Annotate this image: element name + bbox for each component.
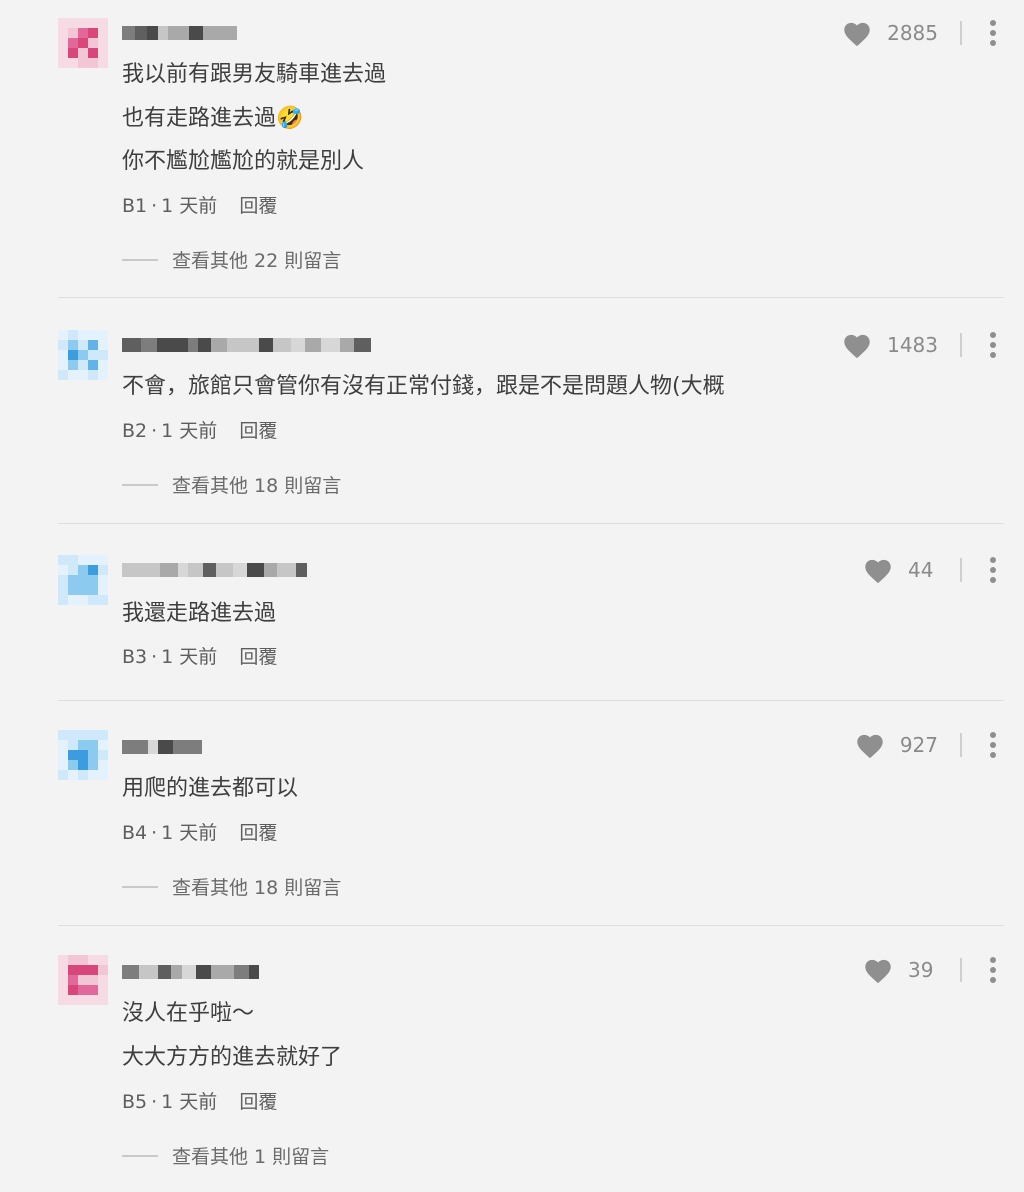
vertical-ellipsis-icon[interactable] (982, 955, 1004, 985)
like-count: 927 (899, 733, 938, 757)
reply-button[interactable]: 回覆 (239, 822, 277, 844)
comment-meta: B3 · 1 天前 回覆 (122, 645, 277, 669)
post-time: 1 天前 (161, 646, 218, 668)
replies-rule (122, 885, 158, 888)
avatar[interactable] (58, 330, 108, 380)
meta-separator: · (151, 822, 158, 844)
comment-text-line: 我還走路進去過 (122, 601, 277, 626)
reply-button[interactable]: 回覆 (239, 1091, 277, 1113)
username-blurred[interactable] (122, 559, 307, 581)
like-count: 44 (908, 558, 934, 582)
view-more-replies-label: 查看其他 18 則留言 (172, 475, 342, 497)
replies-rule (122, 258, 158, 261)
heart-icon[interactable] (854, 731, 886, 759)
like-count: 1483 (887, 333, 938, 357)
action-divider (960, 558, 962, 582)
avatar[interactable] (58, 18, 108, 68)
avatar[interactable] (58, 555, 108, 605)
vertical-ellipsis-icon[interactable] (982, 555, 1004, 585)
username-blurred[interactable] (122, 736, 202, 758)
heart-icon[interactable] (862, 956, 894, 984)
rolling-laughing-emoji: 🤣 (276, 106, 304, 131)
floor-number: B4 (122, 822, 148, 844)
vertical-ellipsis-icon[interactable] (982, 730, 1004, 760)
heart-icon[interactable] (841, 331, 873, 359)
action-divider (960, 733, 962, 757)
avatar[interactable] (58, 955, 108, 1005)
reply-button[interactable]: 回覆 (239, 646, 277, 668)
comment-actions: 1483 (841, 330, 1004, 360)
comment-meta: B4 · 1 天前 回覆 (122, 821, 277, 845)
comment-text-line: 不會，旅館只會管你有沒有正常付錢，跟是不是問題人物(大概 (122, 374, 725, 399)
username-blurred[interactable] (122, 22, 237, 44)
reply-button[interactable]: 回覆 (239, 195, 277, 217)
heart-icon[interactable] (841, 19, 873, 47)
comment-divider (58, 523, 1004, 524)
username-blurred[interactable] (122, 961, 259, 983)
post-time: 1 天前 (161, 420, 218, 442)
vertical-ellipsis-icon[interactable] (982, 18, 1004, 48)
like-count: 2885 (887, 21, 938, 45)
action-divider (960, 21, 962, 45)
comment-text-line: 大大方方的進去就好了 (122, 1045, 343, 1070)
comment-actions: 39 (862, 955, 1004, 985)
meta-separator: · (151, 1091, 158, 1113)
action-divider (960, 958, 962, 982)
meta-separator: · (151, 420, 158, 442)
replies-rule (122, 483, 158, 486)
action-divider (960, 333, 962, 357)
replies-rule (122, 1154, 158, 1157)
view-more-replies-label: 查看其他 1 則留言 (172, 1146, 330, 1168)
comment-meta: B5 · 1 天前 回覆 (122, 1090, 277, 1114)
comment-actions: 44 (862, 555, 1004, 585)
comment-text-fragment: 也有走路進去過 (122, 106, 277, 131)
comment-text-line: 我以前有跟男友騎車進去過 (122, 62, 387, 87)
floor-number: B5 (122, 1091, 148, 1113)
comment-actions: 927 (854, 730, 1004, 760)
comment-divider (58, 925, 1004, 926)
comment-meta: B1 · 1 天前 回覆 (122, 194, 277, 218)
comment-text-line: 沒人在乎啦～ (122, 1001, 255, 1026)
heart-icon[interactable] (862, 556, 894, 584)
view-more-replies-label: 查看其他 22 則留言 (172, 250, 342, 272)
reply-button[interactable]: 回覆 (239, 420, 277, 442)
floor-number: B2 (122, 420, 148, 442)
view-more-replies[interactable]: 查看其他 18 則留言 (122, 873, 341, 900)
vertical-ellipsis-icon[interactable] (982, 330, 1004, 360)
view-more-replies[interactable]: 查看其他 18 則留言 (122, 471, 341, 498)
post-time: 1 天前 (161, 1091, 218, 1113)
floor-number: B1 (122, 195, 148, 217)
meta-separator: · (151, 646, 158, 668)
comment-actions: 2885 (841, 18, 1004, 48)
view-more-replies[interactable]: 查看其他 22 則留言 (122, 246, 341, 273)
like-count: 39 (908, 958, 934, 982)
meta-separator: · (151, 195, 158, 217)
floor-number: B3 (122, 646, 148, 668)
comment-meta: B2 · 1 天前 回覆 (122, 419, 277, 443)
comment-text-line: 你不尷尬尷尬的就是別人 (122, 149, 365, 174)
post-time: 1 天前 (161, 822, 218, 844)
view-more-replies[interactable]: 查看其他 1 則留言 (122, 1142, 329, 1169)
view-more-replies-label: 查看其他 18 則留言 (172, 877, 342, 899)
comment-text-line: 用爬的進去都可以 (122, 776, 299, 801)
post-time: 1 天前 (161, 195, 218, 217)
comment-text-line: 也有走路進去過🤣 (122, 104, 303, 134)
username-blurred[interactable] (122, 334, 371, 356)
comment-divider (58, 297, 1004, 298)
comment-divider (58, 700, 1004, 701)
avatar[interactable] (58, 730, 108, 780)
